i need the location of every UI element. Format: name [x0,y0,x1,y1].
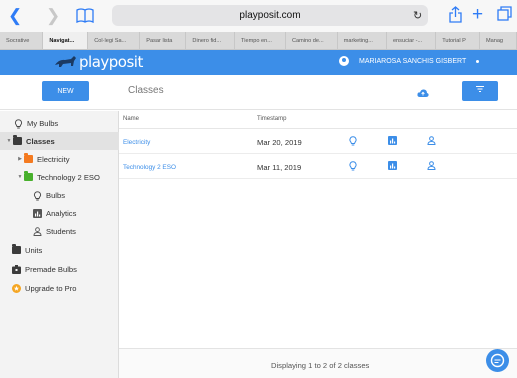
cloud-upload-icon[interactable] [417,85,429,97]
user-menu[interactable]: MARIAROSA SANCHIS GISBERT [339,56,480,66]
browser-tab[interactable]: marketing... [338,32,387,49]
table-footer: Displaying 1 to 2 of 2 classes [119,348,517,378]
new-tab-icon[interactable]: + [472,4,483,26]
class-timestamp: Mar 11, 2019 [257,163,302,172]
browser-tab[interactable]: Tutorial P [436,32,480,49]
sidebar-item-technology[interactable]: ▼ Technology 2 ESO [0,168,119,186]
sidebar-item-label: Analytics [46,208,77,218]
classes-table: Name Timestamp Electricity Mar 20, 2019 … [119,111,517,348]
browser-tab[interactable]: ensuciar -... [387,32,437,49]
folder-icon [24,171,33,181]
table-row[interactable]: Electricity Mar 20, 2019 [119,130,517,154]
browser-tab[interactable]: Manag [480,32,517,49]
sidebar-item-label: Electricity [37,154,70,164]
students-icon [33,227,42,236]
class-name-link[interactable]: Electricity [123,139,150,146]
premade-bulbs-icon [12,265,21,274]
browser-tab[interactable]: Dinero fid... [186,32,236,49]
sidebar: My Bulbs ▼ Classes ▶ Electricity ▼ Techn… [0,111,119,378]
bulb-icon [14,119,23,129]
share-icon[interactable] [449,6,462,27]
folder-icon [12,244,21,254]
chat-icon [490,353,505,368]
sidebar-item-label: Units [25,245,43,255]
class-name-link[interactable]: Technology 2 ESO [123,164,176,171]
user-avatar-icon [339,56,349,66]
bulb-icon[interactable] [348,161,358,171]
sidebar-item-premade-bulbs[interactable]: Premade Bulbs [0,260,119,278]
browser-tab[interactable]: Navigat... [43,32,89,49]
browser-toolbar: ❮ ❯ playposit.com ↻ + [0,0,517,32]
forward-arrow-icon[interactable]: ❯ [46,7,60,24]
folder-icon [13,135,22,145]
filter-button[interactable] [462,81,498,101]
sidebar-item-classes[interactable]: ▼ Classes [0,132,119,150]
analytics-icon[interactable] [388,136,398,146]
browser-tab[interactable]: Socrative [0,32,44,49]
sidebar-item-label: My Bulbs [27,118,59,128]
section-title: Classes [128,85,164,96]
reload-icon[interactable]: ↻ [413,9,422,22]
playposit-logo[interactable]: playposit [53,54,143,70]
bulb-icon [33,191,42,201]
sidebar-item-units[interactable]: Units [0,241,119,259]
sidebar-item-bulbs[interactable]: Bulbs [0,186,119,204]
sidebar-item-analytics[interactable]: Analytics [0,204,119,222]
table-header: Name Timestamp [119,111,517,129]
sidebar-item-label: Students [46,226,76,236]
tabs-overview-icon[interactable] [497,6,512,25]
filter-icon [476,86,484,92]
chat-button[interactable] [486,349,509,372]
browser-tab[interactable]: Col·legi Sa... [88,32,141,49]
user-name: MARIAROSA SANCHIS GISBERT [359,57,467,65]
bookmarks-icon[interactable] [76,8,94,26]
students-icon[interactable] [427,136,437,146]
upgrade-star-icon [12,284,21,293]
pagination-status: Displaying 1 to 2 of 2 classes [271,361,370,370]
app-header: playposit MARIAROSA SANCHIS GISBERT [0,50,517,75]
sidebar-item-label: Upgrade to Pro [25,283,77,293]
sidebar-item-label: Bulbs [46,190,65,200]
browser-tab[interactable]: Camino de... [286,32,338,49]
action-bar: NEW Classes [0,75,517,110]
bulb-icon[interactable] [348,136,358,146]
analytics-icon[interactable] [388,161,398,171]
browser-tab[interactable]: Pasar lista [140,32,187,49]
dog-logo-icon [55,56,76,67]
chevron-down-icon[interactable]: ▼ [16,174,24,180]
analytics-icon [33,209,42,218]
column-header-name[interactable]: Name [123,116,139,122]
sidebar-item-label: Premade Bulbs [25,264,77,274]
browser-tab-strip: Socrative Navigat... Col·legi Sa... Pasar l… [0,32,517,50]
folder-icon [24,153,33,163]
sidebar-item-electricity[interactable]: ▶ Electricity [0,150,119,168]
browser-tab[interactable]: Tiempo en... [235,32,286,49]
sidebar-item-label: Technology 2 ESO [37,172,100,182]
chevron-down-icon[interactable]: ▼ [5,138,13,144]
sidebar-item-upgrade[interactable]: Upgrade to Pro [0,279,119,297]
sidebar-item-my-bulbs[interactable]: My Bulbs [0,114,119,132]
table-row[interactable]: Technology 2 ESO Mar 11, 2019 [119,155,517,179]
students-icon[interactable] [427,161,437,171]
address-bar[interactable]: playposit.com [112,5,428,26]
class-timestamp: Mar 20, 2019 [257,138,302,147]
column-header-timestamp[interactable]: Timestamp [257,116,286,122]
back-arrow-icon[interactable]: ❮ [8,7,22,24]
sidebar-item-students[interactable]: Students [0,222,119,240]
new-button[interactable]: NEW [42,81,89,101]
chevron-right-icon[interactable]: ▶ [16,156,24,162]
user-menu-dot-icon [476,59,480,63]
sidebar-item-label: Classes [26,136,55,146]
